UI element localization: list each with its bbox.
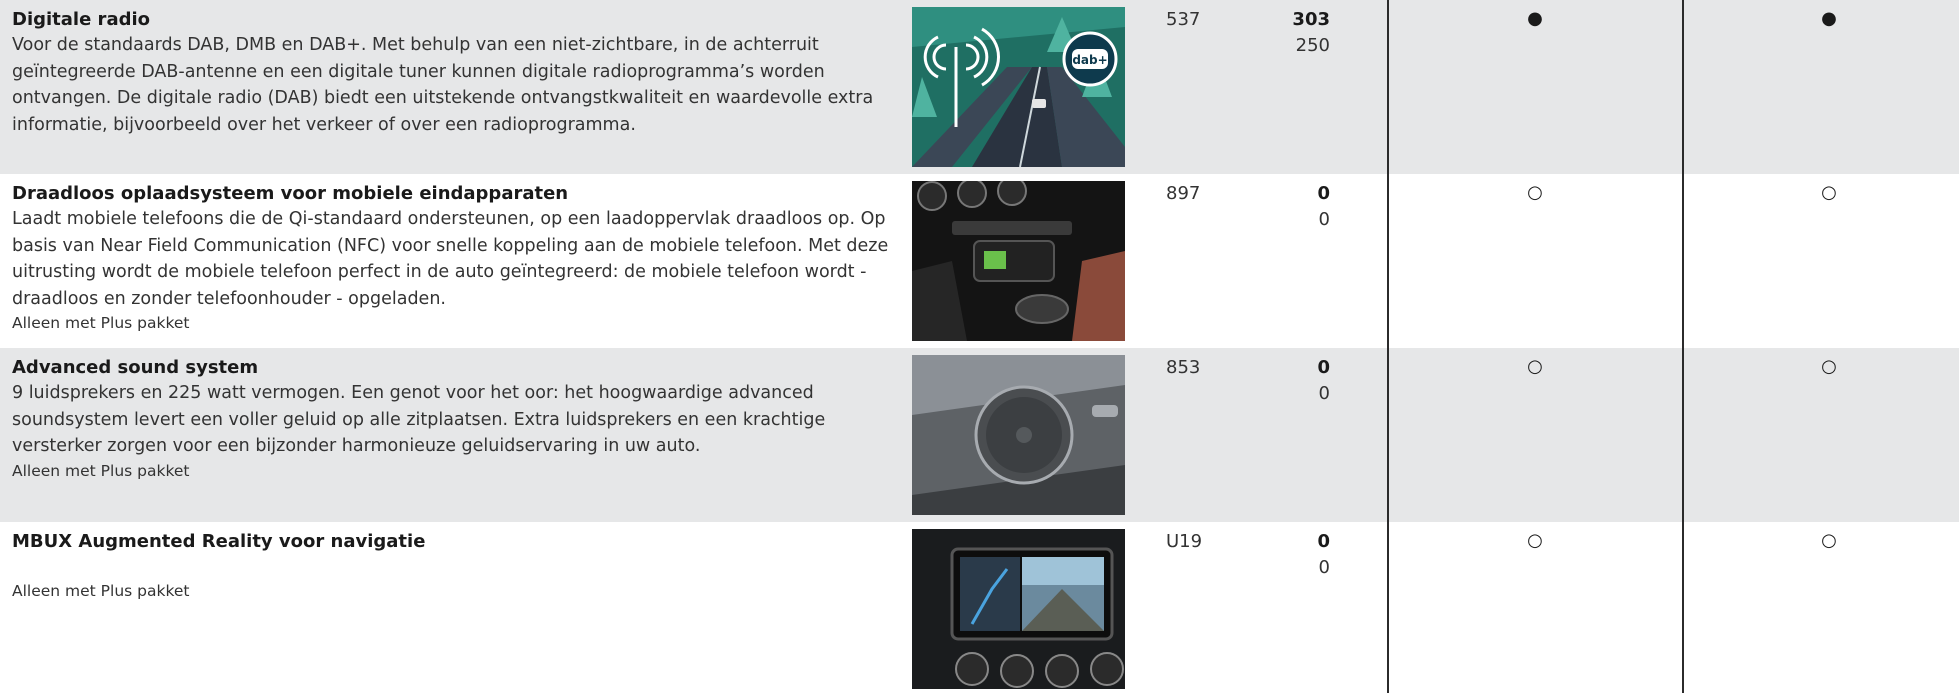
option-description: Advanced sound system 9 luidsprekers en … xyxy=(12,356,902,482)
price-primary: 0 xyxy=(1317,531,1330,552)
table-row: Digitale radio Voor de standaards DAB, D… xyxy=(0,0,1959,174)
price-primary: 0 xyxy=(1317,183,1330,204)
option-title: MBUX Augmented Reality voor navigatie xyxy=(12,531,426,552)
availability-mark-col1: ○ xyxy=(1527,356,1543,377)
option-body xyxy=(12,554,902,580)
price-secondary: 250 xyxy=(1295,35,1330,56)
price-secondary: 0 xyxy=(1318,557,1330,578)
availability-mark-col2: ○ xyxy=(1821,182,1837,203)
availability-mark-col2: ○ xyxy=(1821,530,1837,551)
option-body: Laadt mobiele telefoons die de Qi-standa… xyxy=(12,209,889,309)
column-divider xyxy=(1682,0,1684,693)
availability-mark-col2: ○ xyxy=(1821,356,1837,377)
option-body: 9 luidsprekers en 225 watt vermogen. Een… xyxy=(12,383,826,456)
option-title: Digitale radio xyxy=(12,9,151,30)
option-body: Voor de standaards DAB, DMB en DAB+. Met… xyxy=(12,35,874,135)
price-secondary: 0 xyxy=(1318,383,1330,404)
dab-plus-logo: dab+ xyxy=(1072,53,1107,67)
availability-mark-col1: ○ xyxy=(1527,530,1543,551)
option-note: Alleen met Plus pakket xyxy=(12,314,190,332)
dab-radio-image: dab+ xyxy=(912,7,1125,167)
table-row: MBUX Augmented Reality voor navigatie Al… xyxy=(0,522,1959,693)
column-divider xyxy=(1387,0,1389,693)
table-row: Advanced sound system 9 luidsprekers en … xyxy=(0,348,1959,522)
option-description: MBUX Augmented Reality voor navigatie Al… xyxy=(12,530,902,602)
option-code: U19 xyxy=(1166,531,1203,552)
price-secondary: 0 xyxy=(1318,209,1330,230)
option-code: 897 xyxy=(1166,183,1201,204)
option-description: Digitale radio Voor de standaards DAB, D… xyxy=(12,8,902,138)
option-code: 537 xyxy=(1166,9,1201,30)
sound-system-image xyxy=(912,355,1125,515)
availability-mark-col1: ● xyxy=(1527,8,1543,29)
option-title: Draadloos oplaadsysteem voor mobiele ein… xyxy=(12,183,569,204)
option-note: Alleen met Plus pakket xyxy=(12,582,190,600)
option-title: Advanced sound system xyxy=(12,357,259,378)
table-row: Draadloos oplaadsysteem voor mobiele ein… xyxy=(0,174,1959,348)
price-primary: 303 xyxy=(1292,9,1330,30)
option-description: Draadloos oplaadsysteem voor mobiele ein… xyxy=(12,182,902,334)
wireless-charging-image xyxy=(912,181,1125,341)
availability-mark-col1: ○ xyxy=(1527,182,1543,203)
availability-mark-col2: ● xyxy=(1821,8,1837,29)
mbux-navigation-image xyxy=(912,529,1125,689)
price-primary: 0 xyxy=(1317,357,1330,378)
option-code: 853 xyxy=(1166,357,1201,378)
option-note: Alleen met Plus pakket xyxy=(12,461,190,480)
